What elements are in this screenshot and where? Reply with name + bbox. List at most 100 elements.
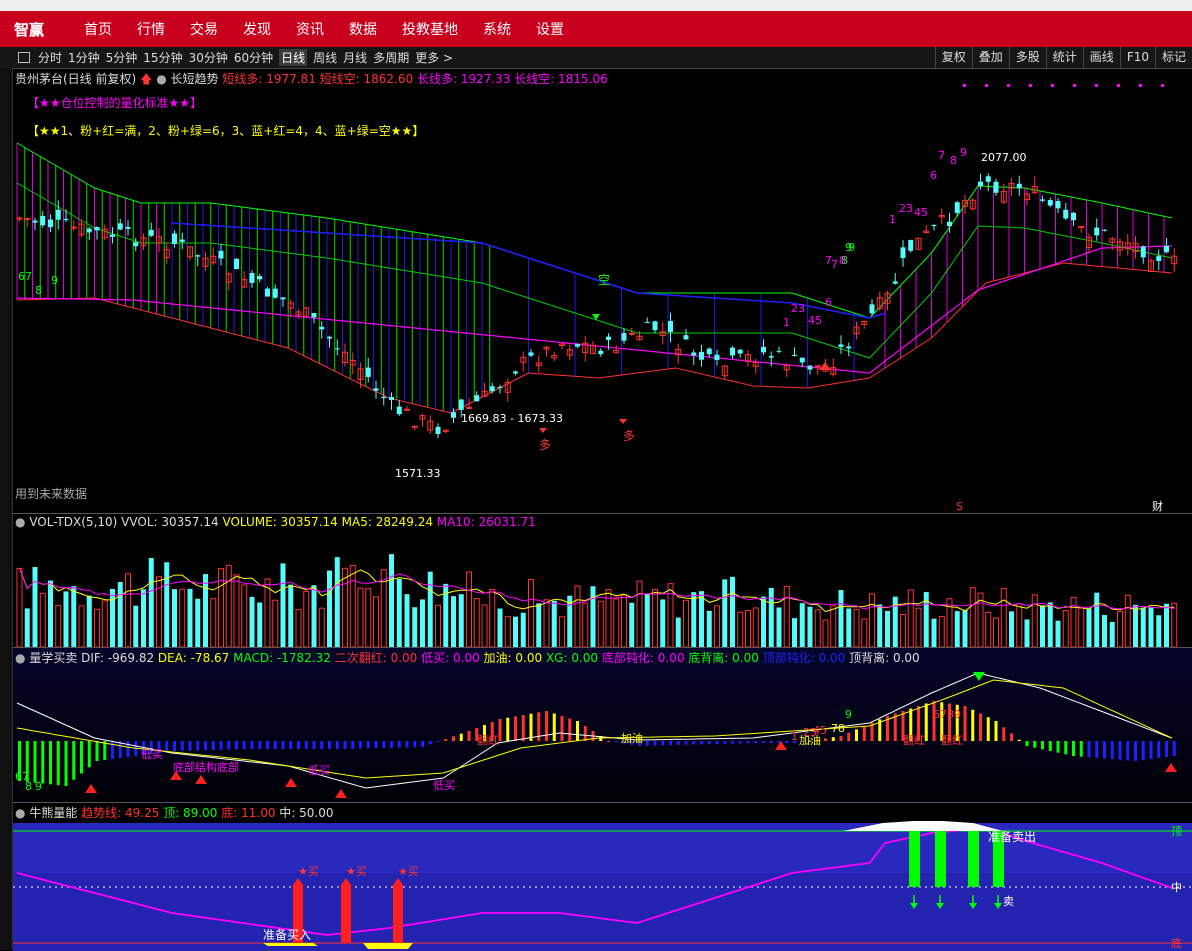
period-tab-60min[interactable]: 60分钟 [234, 49, 273, 66]
menu-settings[interactable]: 设置 [536, 19, 564, 39]
period-tab-weekly[interactable]: 周线 [313, 49, 337, 66]
main-price-panel: 贵州茅台(日线 前复权) 🡅 ● 长短趋势 短线多: 1977.81 短线空: … [13, 68, 1192, 513]
macd-histogram-bar [1110, 741, 1114, 760]
period-tab-timeshare[interactable]: 分时 [38, 49, 62, 66]
candle-body [334, 348, 340, 350]
menu-news[interactable]: 资讯 [296, 19, 324, 39]
menu-quotes[interactable]: 行情 [137, 19, 165, 39]
sell-signal-bar [968, 831, 979, 887]
tool-fuquan-button[interactable]: 复权 [934, 47, 972, 68]
pink-dot-marker [985, 84, 988, 87]
bull-name[interactable]: 牛熊量能 [29, 806, 77, 820]
tool-stats-button[interactable]: 统计 [1045, 47, 1083, 68]
macd-histogram-bar [1157, 741, 1161, 758]
volume-bar [179, 588, 186, 648]
candle-body [404, 408, 410, 411]
candle-body [776, 350, 782, 352]
period-tab-daily[interactable]: 日线 [279, 49, 308, 66]
macd-histogram-bar [227, 741, 231, 750]
pink-dot-marker [1095, 84, 1098, 87]
period-tab-more[interactable]: 更多 > [415, 49, 453, 66]
bull-bear-chart[interactable]: ★买 ★买 ★买准备买入 准备卖出卖 顶中底 [13, 803, 1192, 951]
volume-bar [629, 602, 635, 647]
candle-body [63, 218, 69, 221]
volume-bar [814, 609, 821, 648]
buy-signal-label: ★买 [398, 865, 419, 878]
macd-histogram-bar [1172, 741, 1176, 756]
bull-dropdown-icon[interactable]: ● [15, 806, 25, 820]
macd-histogram-bar [1103, 741, 1106, 759]
candle-body [1164, 245, 1169, 253]
macd-histogram-bar [72, 741, 76, 780]
macd-histogram-bar [661, 741, 665, 746]
candle-body [706, 348, 712, 355]
candle-body [1140, 246, 1146, 258]
macd-histogram-bar [994, 721, 998, 741]
macd-histogram-bar [382, 741, 386, 748]
candlestick-chart[interactable]: 2077.001571.331669.83 - 1673.33空多多S 财6789… [13, 68, 1192, 513]
macd-buy-triangle [775, 741, 787, 750]
period-tab-multi[interactable]: 多周期 [373, 49, 409, 66]
volume-bar [722, 579, 728, 647]
macd-buy-triangle [285, 778, 297, 787]
volume-bar [1102, 615, 1107, 647]
macd-chart[interactable]: 低买底部结构底部 低买低买翻红 加油 加油 翻红 翻红678 97891 23456789 [13, 648, 1192, 803]
macd-buy-triangle [335, 789, 347, 798]
candle-body [683, 335, 689, 340]
macd-histogram-bar [1064, 741, 1068, 755]
volume-bar [590, 586, 596, 647]
menu-discover[interactable]: 发现 [243, 19, 271, 39]
macd-histogram-bar [413, 741, 417, 748]
candle-body [807, 365, 813, 370]
macd-histogram-bar [1002, 727, 1006, 741]
pink-dot-marker [1051, 84, 1054, 87]
macd-annotation-label: 翻红 [941, 733, 963, 747]
buy-signal-bar [393, 885, 403, 943]
volume-bar [295, 609, 302, 648]
volume-bar [1109, 621, 1115, 647]
volume-bar [1055, 620, 1061, 647]
menu-education[interactable]: 投教基地 [402, 19, 458, 39]
volume-chart[interactable] [13, 514, 1192, 648]
macd-histogram-bar [986, 717, 990, 741]
volume-bar [985, 611, 992, 648]
candle-body [699, 351, 704, 360]
menu-data[interactable]: 数据 [349, 19, 377, 39]
macd-histogram-bar [258, 741, 262, 749]
volume-bar [574, 585, 581, 648]
candle-body [978, 181, 983, 187]
tool-f10-button[interactable]: F10 [1119, 47, 1155, 68]
menu-system[interactable]: 系统 [483, 19, 511, 39]
macd-histogram-bar [111, 741, 114, 759]
macd-histogram-bar [707, 741, 711, 745]
period-tab-monthly[interactable]: 月线 [343, 49, 367, 66]
menu-trade[interactable]: 交易 [190, 19, 218, 39]
period-tab-1min[interactable]: 1分钟 [68, 49, 100, 66]
candle-body [40, 216, 46, 226]
period-tab-30min[interactable]: 30分钟 [189, 49, 228, 66]
tool-mark-button[interactable]: 标记 [1154, 47, 1192, 68]
menu-home[interactable]: 首页 [84, 19, 112, 39]
period-tab-5min[interactable]: 5分钟 [106, 49, 138, 66]
volume-bar [458, 594, 464, 647]
tool-overlay-button[interactable]: 叠加 [971, 47, 1009, 68]
panel-toggle-icon[interactable] [18, 52, 30, 63]
macd-histogram-bar [359, 741, 362, 749]
macd-histogram-bar [436, 741, 440, 742]
volume-bar [597, 600, 604, 648]
volume-bar [71, 586, 77, 647]
volume-bar [257, 602, 263, 647]
macd-histogram-bar [669, 741, 672, 745]
macd-histogram-bar [188, 741, 192, 751]
pink-dot-marker [1139, 84, 1142, 87]
volume-bar [280, 563, 286, 647]
macd-histogram-bar [1087, 741, 1091, 758]
period-tab-15min[interactable]: 15分钟 [143, 49, 182, 66]
macd-histogram-bar [1056, 741, 1060, 753]
tool-draw-button[interactable]: 画线 [1082, 47, 1120, 68]
tool-multistock-button[interactable]: 多股 [1008, 47, 1046, 68]
candle-body [1102, 229, 1107, 231]
candle-body [489, 386, 495, 392]
volume-bar [1024, 619, 1030, 647]
candle-body [435, 426, 441, 434]
